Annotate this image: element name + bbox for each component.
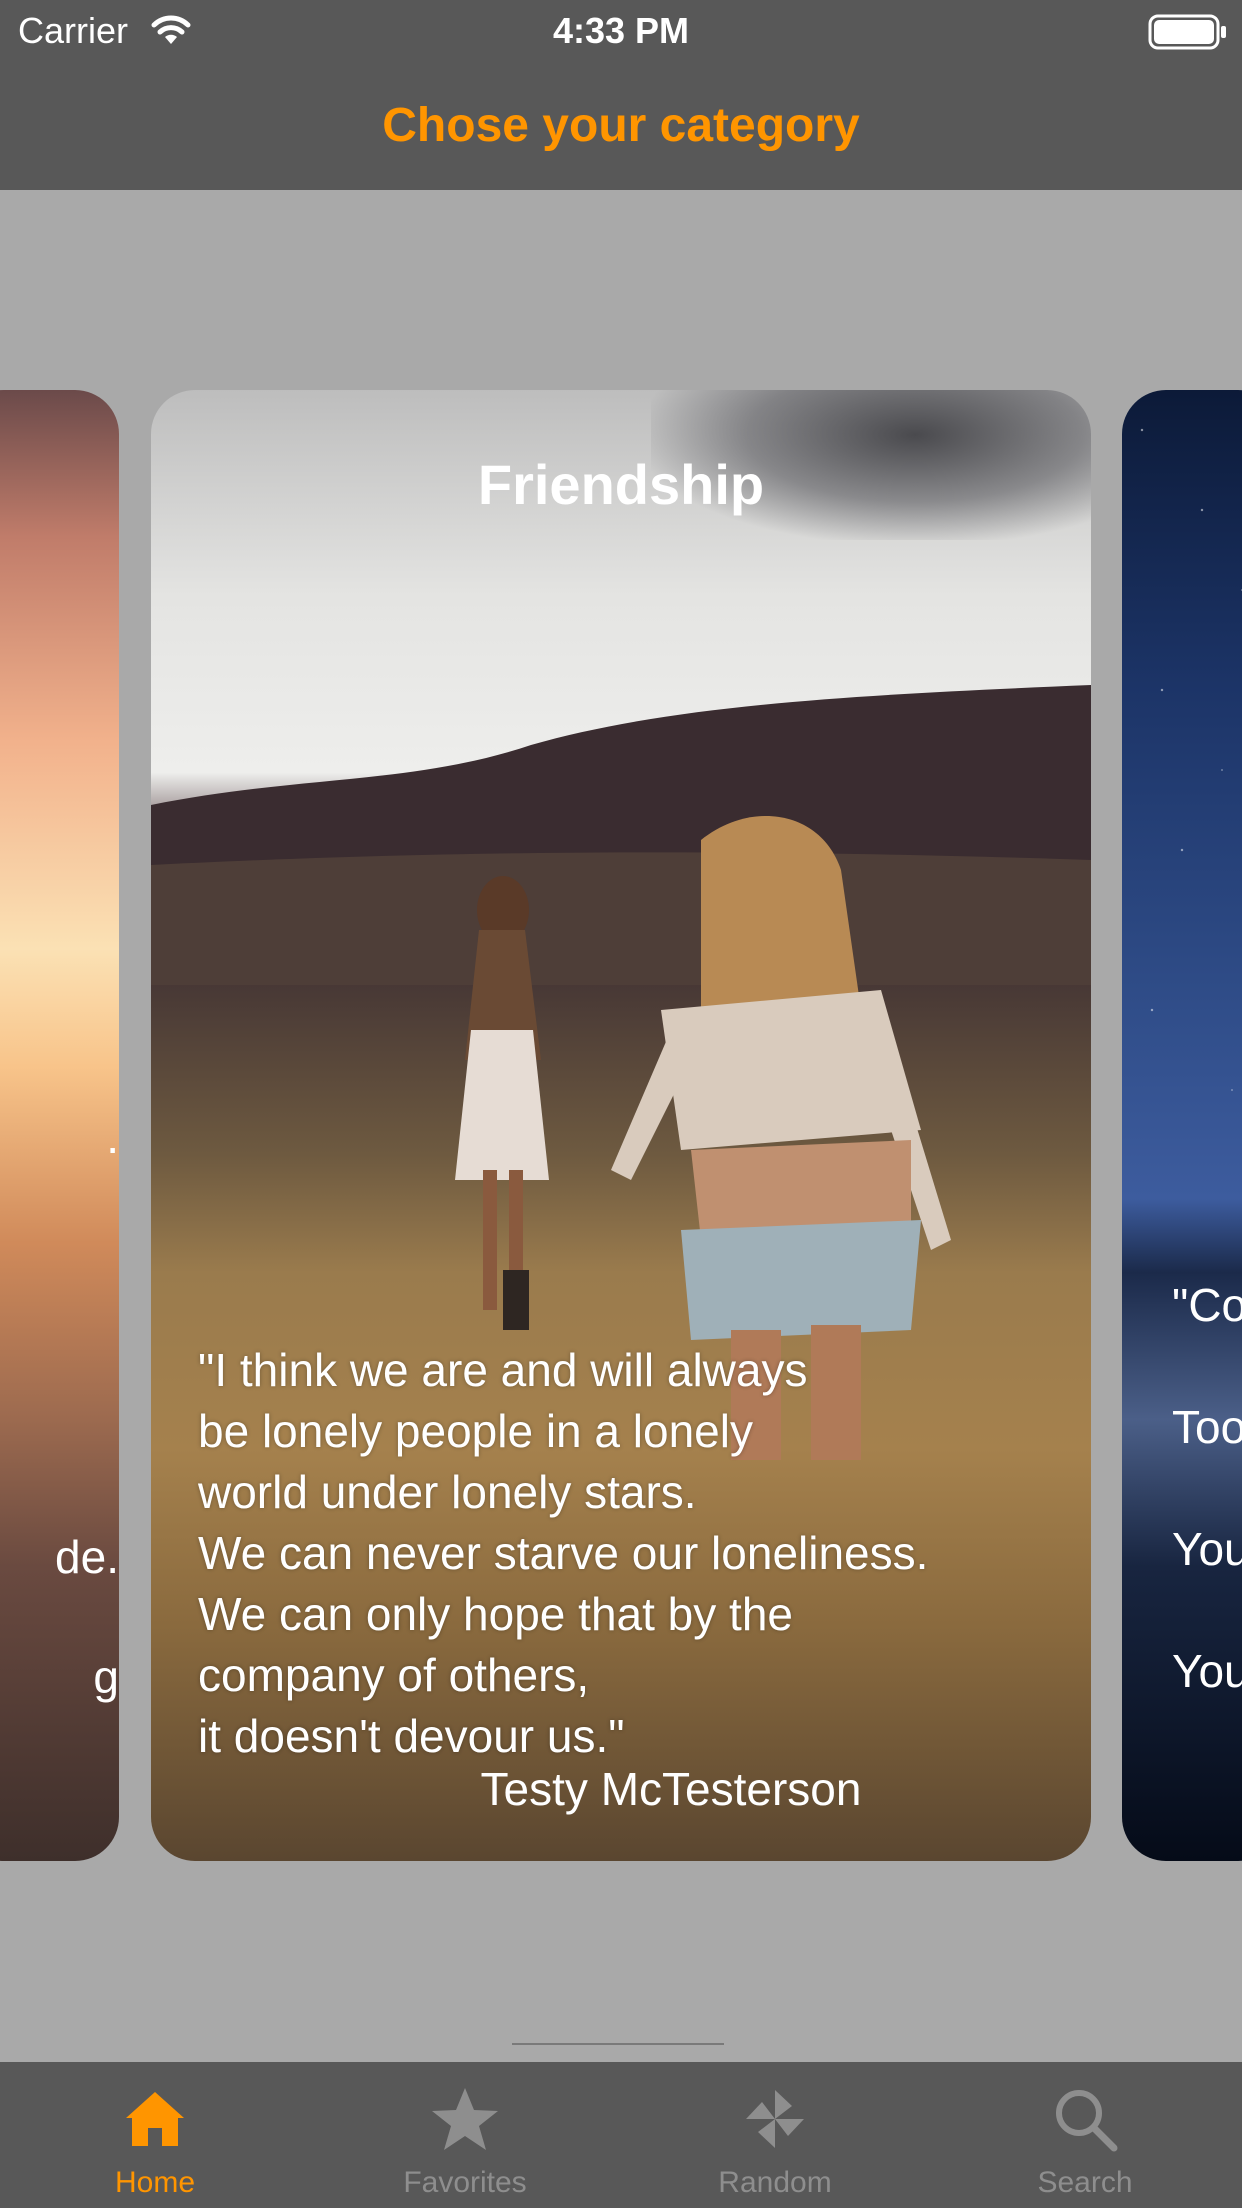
card-quote-author: Testy McTesterson — [480, 1763, 862, 1815]
scroll-indicator[interactable] — [512, 2043, 724, 2045]
tab-label: Random — [718, 2166, 832, 2199]
category-card-friendship[interactable]: Friendship "I think we are and will alwa… — [151, 390, 1091, 1861]
status-bar: Carrier 4:33 PM — [0, 0, 1242, 62]
card-figure-left — [455, 876, 549, 1330]
tab-random[interactable]: Random — [620, 2062, 930, 2208]
tab-bar: Home Favorites Random Search — [0, 2062, 1242, 2208]
card-text-fragment: "Co — [1172, 1279, 1242, 1331]
home-icon — [126, 2092, 184, 2146]
category-card-next[interactable]: "Co Too You You — [1122, 390, 1242, 1861]
card-text-fragment: g — [93, 1651, 119, 1703]
tab-label: Search — [1037, 2166, 1133, 2199]
battery-icon — [1148, 14, 1226, 50]
card-text-fragment: de. — [55, 1531, 119, 1583]
pinwheel-icon — [746, 2090, 804, 2148]
card-quote: "I think we are and will always be lonel… — [198, 1344, 929, 1762]
status-time: 4:33 PM — [552, 10, 690, 51]
page-title: Chose your category — [382, 99, 860, 152]
card-text-fragment: You — [1172, 1645, 1242, 1697]
card-text-fragment: . — [106, 1111, 119, 1163]
tab-search[interactable]: Search — [930, 2062, 1240, 2208]
tab-favorites[interactable]: Favorites — [310, 2062, 620, 2208]
card-background-stars — [1122, 390, 1242, 1210]
star-icon — [432, 2088, 498, 2150]
tab-label: Favorites — [403, 2166, 527, 2199]
card-text-fragment: You — [1172, 1523, 1242, 1575]
card-title: Friendship — [477, 453, 765, 516]
category-card-previous[interactable]: . de. g — [0, 390, 119, 1861]
navigation-bar: Chose your category — [0, 62, 1242, 190]
search-icon — [1056, 2090, 1118, 2152]
card-text-fragment: Too — [1172, 1401, 1242, 1453]
tab-label: Home — [114, 2166, 196, 2199]
tab-home[interactable]: Home — [0, 2062, 310, 2208]
